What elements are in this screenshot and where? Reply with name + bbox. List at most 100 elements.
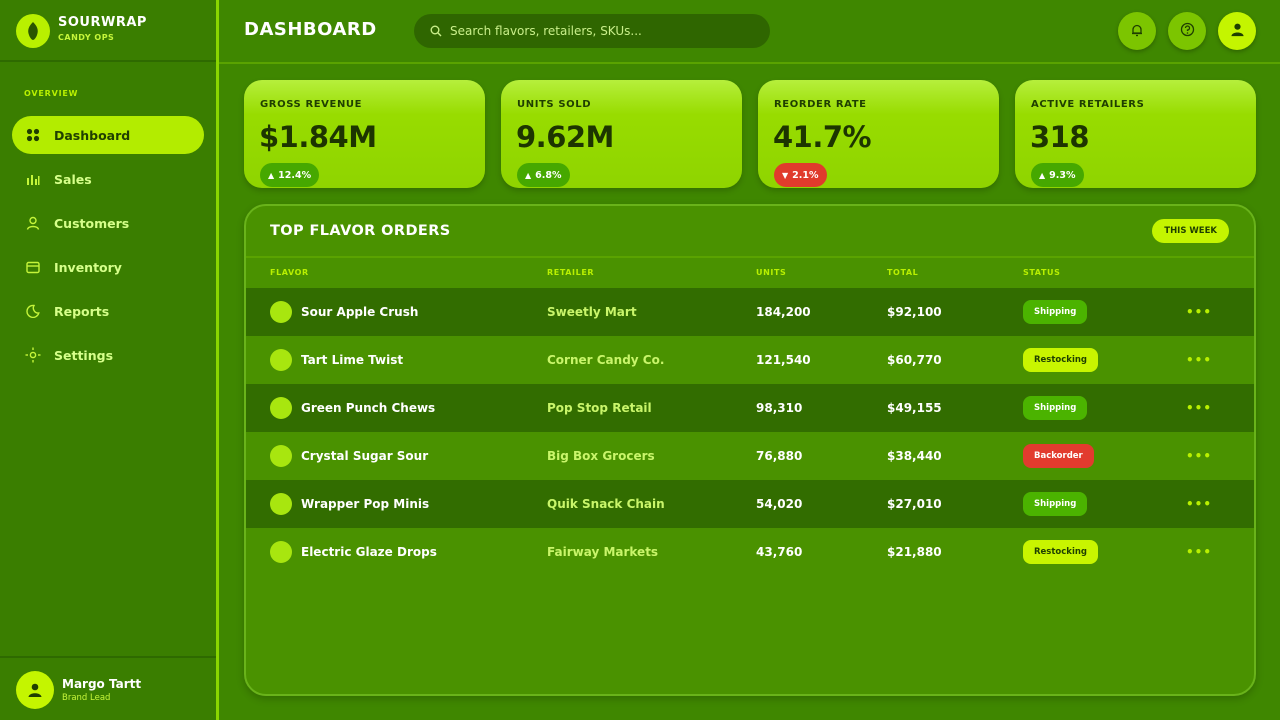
kpi-change: 6.8%	[535, 169, 562, 181]
period-filter-button[interactable]: THIS WEEK	[1152, 219, 1229, 243]
column-header-retailer[interactable]: RETAILER	[547, 268, 594, 277]
kpi-card-reorder-rate[interactable]: REORDER RATE 41.7% ▼ 2.1%	[758, 80, 999, 188]
total-cell: $49,155	[887, 401, 942, 415]
flavor-name: Sour Apple Crush	[301, 305, 419, 319]
retailer-cell: Quik Snack Chain	[547, 497, 665, 511]
arrow-down-icon: ▼	[782, 170, 789, 180]
table-row[interactable]: Crystal Sugar Sour Big Box Grocers 76,880 $…	[246, 432, 1254, 480]
sidebar-item-sales[interactable]: Sales	[12, 160, 204, 198]
total-cell: $60,770	[887, 353, 942, 367]
more-options-icon[interactable]: •••	[1186, 497, 1212, 511]
flavor-dot-icon	[270, 541, 292, 563]
status-badge: Shipping	[1023, 492, 1088, 516]
profile-button[interactable]	[1218, 12, 1256, 50]
column-header-status[interactable]: STATUS	[1023, 268, 1060, 277]
avatar[interactable]	[16, 671, 54, 709]
column-header-flavor[interactable]: FLAVOR	[270, 268, 309, 277]
kpi-label: GROSS REVENUE	[260, 99, 363, 110]
column-header-total[interactable]: TOTAL	[887, 268, 918, 277]
units-cell: 43,760	[756, 545, 803, 559]
flavor-dot-icon	[270, 493, 292, 515]
sidebar-item-label: Customers	[54, 215, 130, 231]
row-actions-cell: •••	[1186, 336, 1212, 384]
row-actions-cell: •••	[1186, 288, 1212, 336]
retailer-cell: Corner Candy Co.	[547, 353, 665, 367]
sidebar-item-label: Inventory	[54, 259, 122, 275]
moon-icon	[24, 302, 42, 320]
units-cell: 98,310	[756, 401, 803, 415]
sidebar-item-inventory[interactable]: Inventory	[12, 248, 204, 286]
row-actions-cell: •••	[1186, 528, 1212, 576]
bell-icon	[1130, 22, 1144, 41]
user-role: Brand Lead	[62, 693, 111, 703]
help-button[interactable]	[1168, 12, 1206, 50]
arrow-up-icon: ▲	[525, 170, 532, 180]
kpi-label: UNITS SOLD	[517, 99, 592, 110]
brand: SOURWRAP CANDY OPS	[0, 0, 216, 62]
units-cell: 184,200	[756, 305, 811, 319]
notifications-button[interactable]	[1118, 12, 1156, 50]
table-row[interactable]: Green Punch Chews Pop Stop Retail 98,310 $4…	[246, 384, 1254, 432]
user-profile[interactable]: Margo Tartt Brand Lead	[0, 656, 216, 720]
sidebar-item-customers[interactable]: Customers	[12, 204, 204, 242]
kpi-card-gross-revenue[interactable]: GROSS REVENUE $1.84M ▲ 12.4%	[244, 80, 485, 188]
kpi-change-badge: ▼ 2.1%	[774, 163, 827, 187]
search-input[interactable]: Search flavors, retailers, SKUs...	[414, 14, 770, 48]
more-options-icon[interactable]: •••	[1186, 401, 1212, 415]
flavor-dot-icon	[270, 301, 292, 323]
nav-section-label: OVERVIEW	[24, 89, 79, 98]
total-cell: $27,010	[887, 497, 942, 511]
kpi-card-active-retailers[interactable]: ACTIVE RETAILERS 318 ▲ 9.3%	[1015, 80, 1256, 188]
user-icon	[1230, 22, 1245, 41]
kpi-value: $1.84M	[259, 120, 377, 154]
candy-logo-icon[interactable]	[16, 14, 50, 48]
status-cell: Restocking	[1023, 528, 1099, 576]
sidebar-item-label: Sales	[54, 171, 92, 187]
search-icon	[430, 22, 442, 41]
units-cell: 76,880	[756, 449, 803, 463]
kpi-label: ACTIVE RETAILERS	[1031, 99, 1145, 110]
table-row[interactable]: Electric Glaze Drops Fairway Markets 43,76…	[246, 528, 1254, 576]
sidebar-divider	[216, 0, 219, 720]
table-row[interactable]: Tart Lime Twist Corner Candy Co. 121,540 $6…	[246, 336, 1254, 384]
arrow-up-icon: ▲	[1039, 170, 1046, 180]
kpi-change-badge: ▲ 9.3%	[1031, 163, 1084, 187]
status-cell: Shipping	[1023, 480, 1088, 528]
total-cell: $21,880	[887, 545, 942, 559]
flavor-cell: Sour Apple Crush	[270, 288, 418, 336]
flavor-cell: Tart Lime Twist	[270, 336, 403, 384]
sidebar-item-reports[interactable]: Reports	[12, 292, 204, 330]
search-placeholder: Search flavors, retailers, SKUs...	[450, 24, 642, 38]
more-options-icon[interactable]: •••	[1186, 353, 1212, 367]
table-row[interactable]: Wrapper Pop Minis Quik Snack Chain 54,020 $…	[246, 480, 1254, 528]
box-icon	[24, 258, 42, 276]
status-cell: Shipping	[1023, 384, 1088, 432]
sidebar-item-label: Dashboard	[54, 127, 131, 143]
flavor-dot-icon	[270, 349, 292, 371]
kpi-change-badge: ▲ 6.8%	[517, 163, 570, 187]
flavor-cell: Crystal Sugar Sour	[270, 432, 428, 480]
flavor-cell: Electric Glaze Drops	[270, 528, 437, 576]
column-header-units[interactable]: UNITS	[756, 268, 786, 277]
divider	[246, 256, 1254, 258]
table-row[interactable]: Sour Apple Crush Sweetly Mart 184,200 $92,1…	[246, 288, 1254, 336]
flavor-name: Tart Lime Twist	[301, 353, 404, 367]
status-badge: Shipping	[1023, 300, 1088, 324]
kpi-card-units-sold[interactable]: UNITS SOLD 9.62M ▲ 6.8%	[501, 80, 742, 188]
row-actions-cell: •••	[1186, 432, 1212, 480]
total-cell: $92,100	[887, 305, 942, 319]
sidebar-item-settings[interactable]: Settings	[12, 336, 204, 374]
more-options-icon[interactable]: •••	[1186, 305, 1212, 319]
flavor-cell: Wrapper Pop Minis	[270, 480, 429, 528]
sidebar-nav: Dashboard Sales Customers Inventory Repo…	[12, 116, 204, 380]
grid-icon	[24, 126, 42, 144]
user-name: Margo Tartt	[62, 677, 142, 691]
kpi-value: 318	[1030, 120, 1090, 154]
retailer-cell: Sweetly Mart	[547, 305, 637, 319]
more-options-icon[interactable]: •••	[1186, 449, 1212, 463]
kpi-label: REORDER RATE	[774, 99, 867, 110]
brand-name: SOURWRAP	[58, 15, 147, 30]
sidebar-item-dashboard[interactable]: Dashboard	[12, 116, 204, 154]
orders-table: Sour Apple Crush Sweetly Mart 184,200 $92,1…	[246, 288, 1254, 576]
more-options-icon[interactable]: •••	[1186, 545, 1212, 559]
